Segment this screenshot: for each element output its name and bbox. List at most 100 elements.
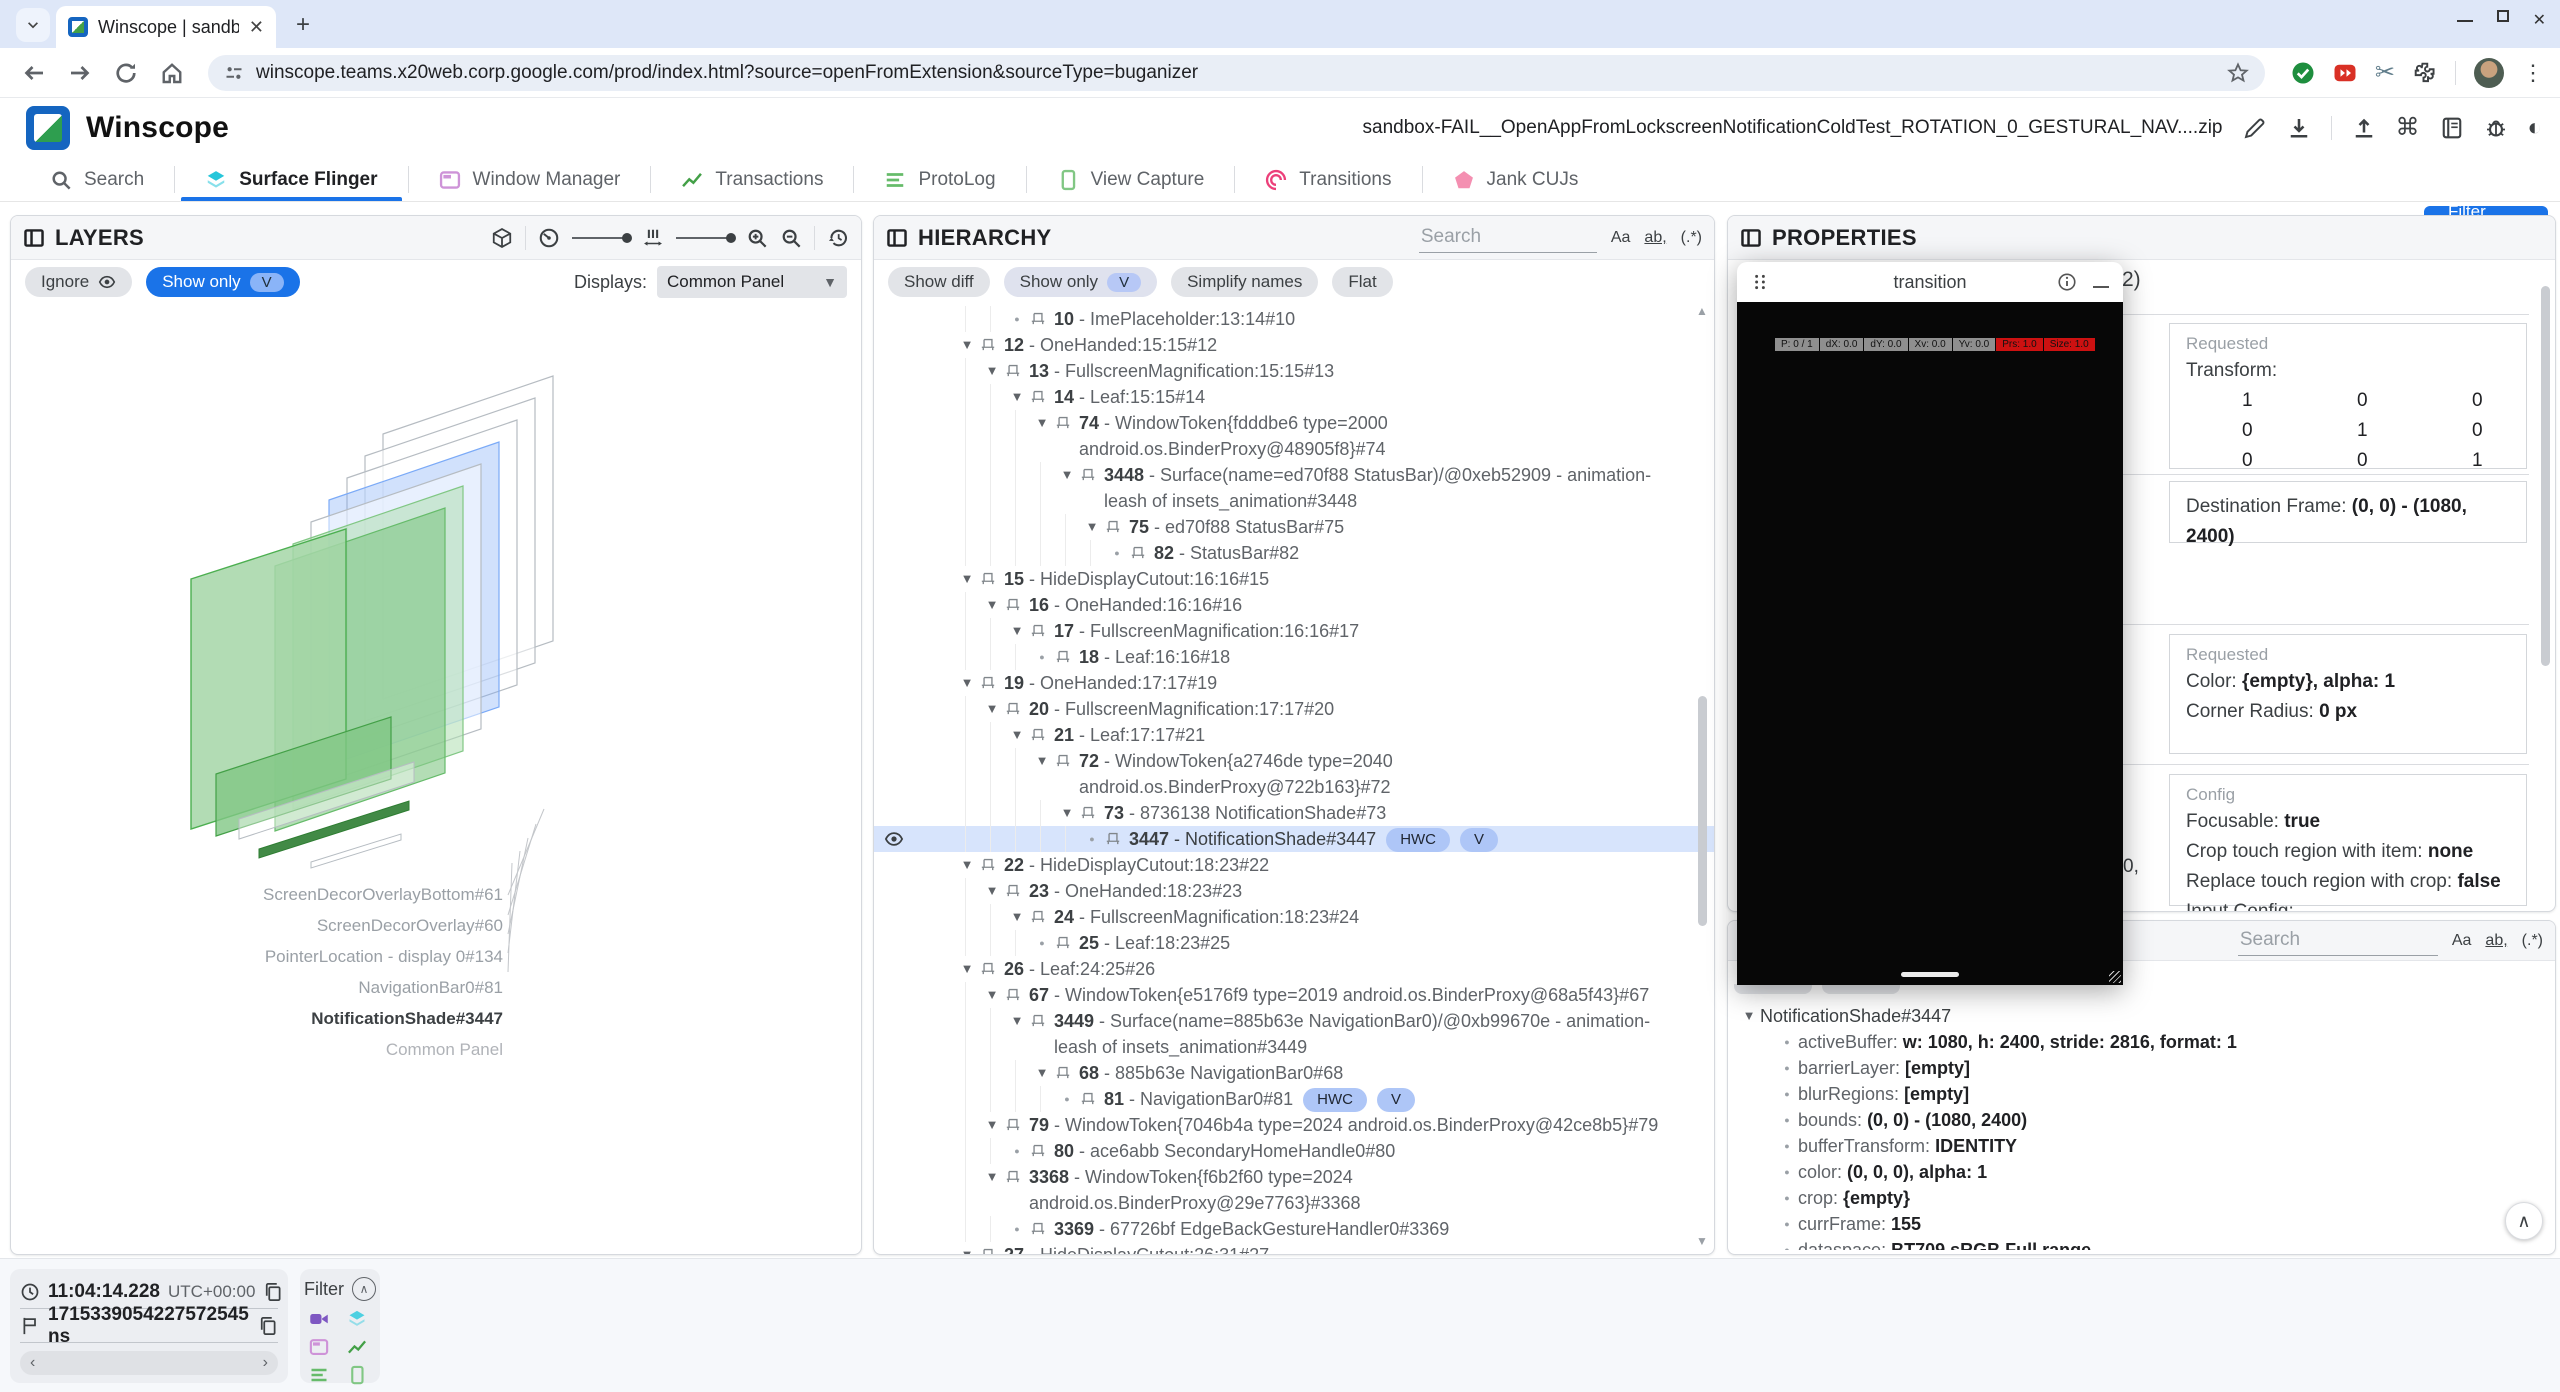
report-bug-icon[interactable]	[2484, 116, 2508, 140]
tree-row-selected[interactable]: ●3447 - NotificationShade#3447HWCV	[874, 826, 1714, 852]
expand-arrow-icon[interactable]: ▼	[956, 852, 978, 878]
site-info-icon[interactable]	[224, 63, 244, 83]
download-icon[interactable]	[2287, 116, 2311, 140]
tree-row[interactable]: ▼22 - HideDisplayCutout:18:23#22	[874, 852, 1714, 878]
tree-row[interactable]: ▼73 - 8736138 NotificationShade#73	[874, 800, 1714, 826]
expand-arrow-icon[interactable]: ▼	[956, 566, 978, 592]
extension-check-icon[interactable]	[2291, 61, 2315, 85]
tree-row[interactable]: ▼14 - Leaf:15:15#14	[874, 384, 1714, 410]
tree-row[interactable]: ▼79 - WindowToken{7046b4a type=2024 andr…	[874, 1112, 1714, 1138]
chip-show-diff[interactable]: Show diff	[888, 267, 990, 297]
details-property-row[interactable]: ●dataspace: BT709 sRGB Full range	[1738, 1237, 2529, 1250]
layer-label[interactable]: NotificationShade#3447	[131, 1003, 503, 1034]
expand-arrow-icon[interactable]: ▼	[1031, 1060, 1053, 1086]
tree-row[interactable]: ●18 - Leaf:16:16#18	[874, 644, 1714, 670]
expand-arrow-icon[interactable]: ▼	[981, 592, 1003, 618]
puzzle-extensions-icon[interactable]	[2413, 61, 2437, 85]
tree-row[interactable]: ▼3449 - Surface(name=885b63e NavigationB…	[874, 1008, 1714, 1060]
expand-arrow-icon[interactable]: ▼	[956, 332, 978, 358]
layer-label[interactable]: PointerLocation - display 0#134	[131, 941, 503, 972]
details-search-input[interactable]	[2238, 925, 2438, 956]
tree-row[interactable]: ▼16 - OneHanded:16:16#16	[874, 592, 1714, 618]
scrollbar-down-icon[interactable]: ▼	[1696, 1234, 1708, 1248]
tree-row[interactable]: ▼3448 - Surface(name=ed70f88 StatusBar)/…	[874, 462, 1714, 514]
trace-tab-jank-cujs[interactable]: Jank CUJs	[1423, 158, 1609, 201]
layers-trace-icon[interactable]	[347, 1309, 367, 1329]
chip-show-only[interactable]: Show onlyV	[1004, 267, 1157, 297]
back-icon[interactable]	[22, 61, 46, 85]
tree-row[interactable]: ●81 - NavigationBar0#81HWCV	[874, 1086, 1714, 1112]
copy-icon[interactable]	[263, 1282, 283, 1302]
show-only-chip[interactable]: Show only V	[146, 267, 299, 297]
tree-row[interactable]: ▼15 - HideDisplayCutout:16:16#15	[874, 566, 1714, 592]
tree-row[interactable]: ▼24 - FullscreenMagnification:18:23#24	[874, 904, 1714, 930]
step-forward-icon[interactable]: ›	[263, 1354, 268, 1372]
expand-arrow-icon[interactable]: ▼	[981, 358, 1003, 384]
tree-row[interactable]: ▼72 - WindowToken{a2746de type=2040 andr…	[874, 748, 1714, 800]
address-bar[interactable]: winscope.teams.x20web.corp.google.com/pr…	[208, 55, 2265, 91]
tab-close-icon[interactable]: ✕	[249, 17, 264, 38]
tree-row[interactable]: ●82 - StatusBar#82	[874, 540, 1714, 566]
copy-icon[interactable]	[258, 1316, 278, 1336]
expand-arrow-icon[interactable]: ▼	[956, 670, 978, 696]
drag-handle-icon[interactable]	[1751, 273, 1769, 291]
show-layer-eye-icon[interactable]	[884, 829, 904, 849]
transition-overlay-window[interactable]: transition P: 0 / 1dX: 0.0dY: 0.0Xv: 0.0…	[1737, 262, 2123, 985]
collapse-panel-icon[interactable]	[886, 227, 908, 249]
overlay-titlebar[interactable]: transition	[1737, 262, 2123, 302]
expand-arrow-icon[interactable]: ▼	[981, 982, 1003, 1008]
details-property-row[interactable]: ●bounds: (0, 0) - (1080, 2400)	[1738, 1107, 2529, 1133]
displays-select[interactable]: Common Panel ▼	[657, 266, 847, 298]
trace-tab-view-capture[interactable]: View Capture	[1027, 158, 1235, 201]
list-trace-icon[interactable]	[309, 1365, 329, 1385]
layer-label[interactable]: NavigationBar0#81	[131, 972, 503, 1003]
tree-row[interactable]: ▼17 - FullscreenMagnification:16:16#17	[874, 618, 1714, 644]
tree-row[interactable]: ▼74 - WindowToken{fdddbe6 type=2000 andr…	[874, 410, 1714, 462]
expand-arrow-icon[interactable]: ▼	[1006, 722, 1028, 748]
extension-red-icon[interactable]	[2333, 61, 2357, 85]
reload-icon[interactable]	[114, 61, 138, 85]
trace-tab-protolog[interactable]: ProtoLog	[854, 158, 1025, 201]
scrollbar-up-icon[interactable]: ▲	[1696, 304, 1708, 318]
resize-handle-icon[interactable]	[2109, 971, 2121, 983]
edit-pencil-icon[interactable]	[2243, 116, 2267, 140]
scroll-to-top-button[interactable]: ∧	[2505, 1202, 2543, 1240]
layer-label[interactable]: Common Panel	[131, 1034, 503, 1065]
upload-icon[interactable]	[2352, 116, 2376, 140]
zigzag-trace-icon[interactable]	[347, 1337, 367, 1357]
expand-arrow-icon[interactable]: ▼	[1006, 618, 1028, 644]
info-icon[interactable]	[2057, 272, 2077, 292]
bookmark-star-icon[interactable]	[2227, 62, 2249, 84]
tree-row[interactable]: ▼21 - Leaf:17:17#21	[874, 722, 1714, 748]
tree-row[interactable]: ▼20 - FullscreenMagnification:17:17#20	[874, 696, 1714, 722]
scissors-extension-icon[interactable]: ✂	[2375, 58, 2395, 87]
cube-3d-icon[interactable]	[491, 227, 513, 249]
tree-row[interactable]: ▼12 - OneHanded:15:15#12	[874, 332, 1714, 358]
zoom-in-icon[interactable]	[746, 227, 768, 249]
details-root-row[interactable]: ▼NotificationShade#3447	[1738, 1003, 2529, 1029]
zoom-out-icon[interactable]	[780, 227, 802, 249]
details-property-row[interactable]: ●color: (0, 0, 0), alpha: 1	[1738, 1159, 2529, 1185]
chip-simplify-names[interactable]: Simplify names	[1171, 267, 1318, 297]
new-tab-button[interactable]: +	[290, 12, 316, 38]
details-property-row[interactable]: ●blurRegions: [empty]	[1738, 1081, 2529, 1107]
hierarchy-scrollbar[interactable]	[1698, 696, 1707, 926]
window-maximize-icon[interactable]	[2497, 10, 2509, 22]
trace-tab-surface-flinger[interactable]: Surface Flinger	[175, 158, 407, 201]
expand-arrow-icon[interactable]: ▼	[956, 956, 978, 982]
window-close-icon[interactable]: ✕	[2533, 10, 2546, 26]
tab-search-button[interactable]	[16, 8, 50, 42]
expand-arrow-icon[interactable]: ▼	[1006, 384, 1028, 410]
collapse-panel-icon[interactable]	[1740, 227, 1762, 249]
match-word-button[interactable]: ab,	[2485, 932, 2507, 956]
dark-mode-icon[interactable]: ◐	[2528, 116, 2543, 140]
expand-arrow-icon[interactable]: ▼	[1031, 748, 1053, 774]
tree-row[interactable]: ▼27 - HideDisplayCutout:26:31#27	[874, 1242, 1714, 1254]
chip-flat[interactable]: Flat	[1332, 267, 1392, 297]
home-icon[interactable]	[160, 61, 184, 85]
expand-arrow-icon[interactable]: ▼	[981, 696, 1003, 722]
details-property-row[interactable]: ●currFrame: 155	[1738, 1211, 2529, 1237]
profile-avatar[interactable]	[2474, 58, 2504, 88]
expand-arrow-icon[interactable]: ▼	[981, 878, 1003, 904]
ignore-chip[interactable]: Ignore	[25, 267, 132, 297]
